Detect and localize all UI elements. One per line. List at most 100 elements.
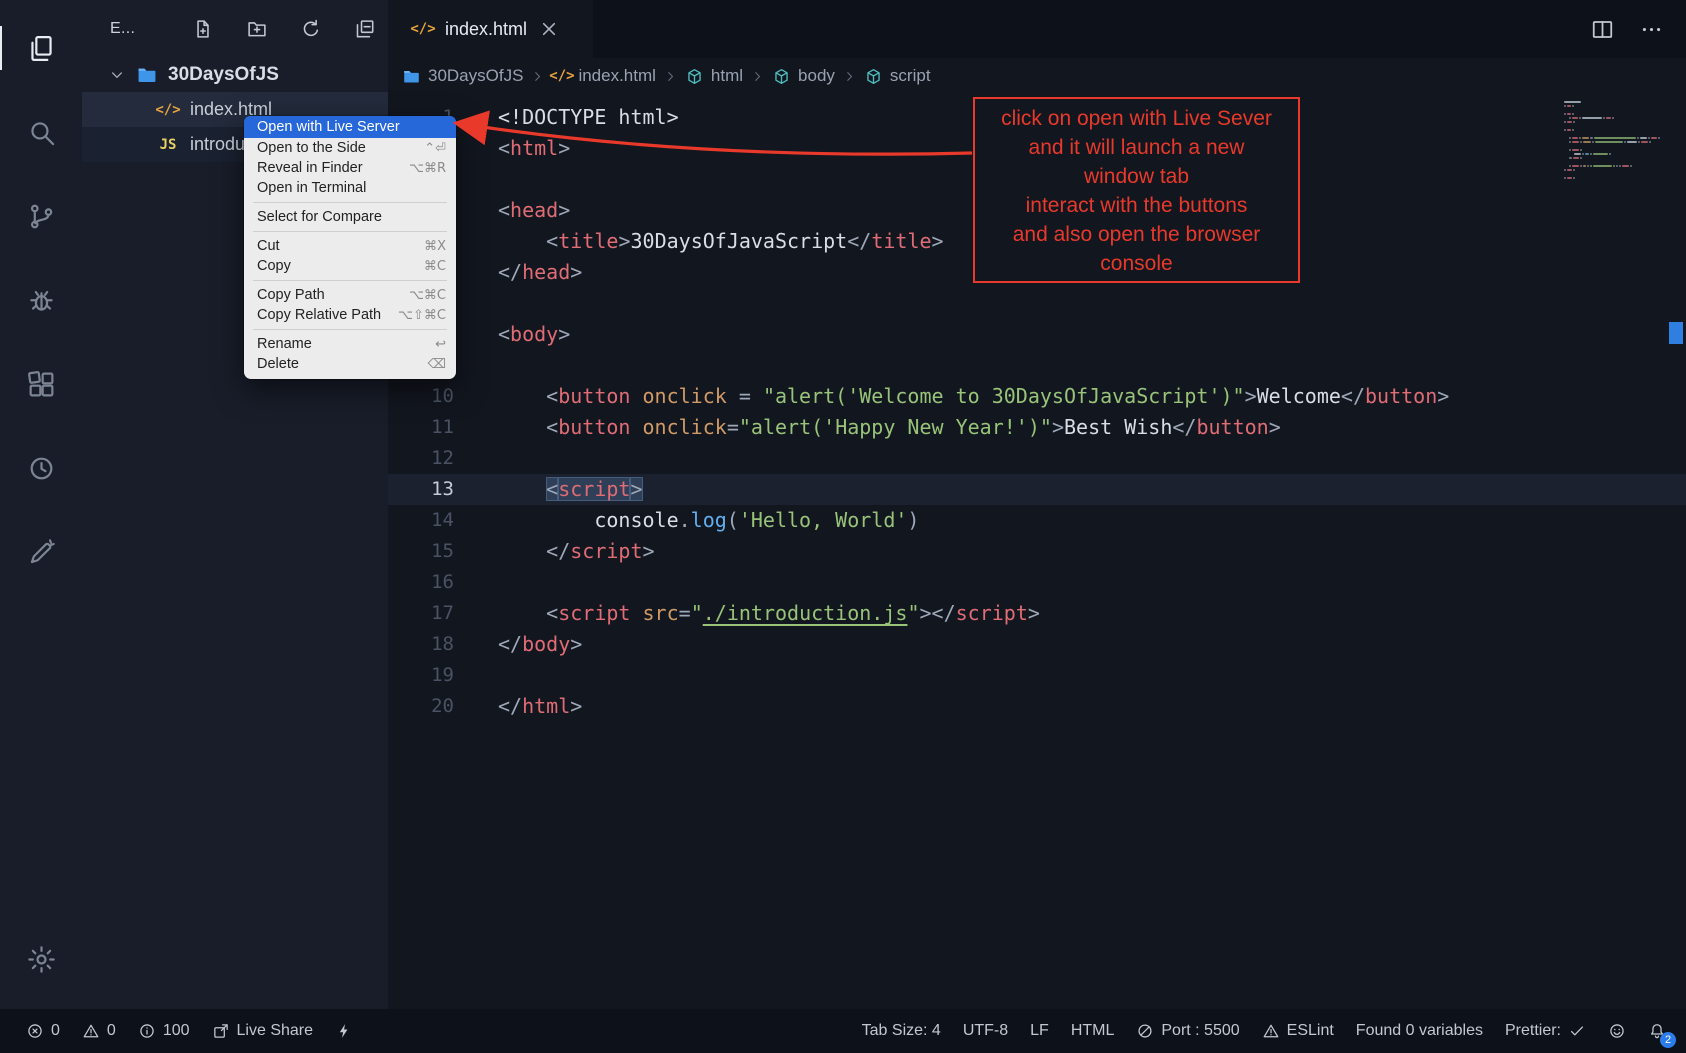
annotation-line: interact with the buttons (975, 191, 1298, 220)
activity-item-source-control[interactable] (0, 174, 82, 258)
menu-item-label: Open to the Side (257, 140, 366, 156)
status-variables-found[interactable]: Found 0 variables (1346, 1009, 1493, 1053)
activity-item-feedback[interactable] (0, 510, 82, 594)
menu-item-cut[interactable]: Cut⌘X (244, 236, 456, 256)
code-line-10[interactable]: 10 <button onclick = "alert('Welcome to … (388, 381, 1686, 412)
chevron-right-icon (842, 69, 857, 84)
extensions-icon (26, 369, 57, 400)
code-line-8[interactable]: 8<body> (388, 319, 1686, 350)
status-live-server-port[interactable]: Port : 5500 (1126, 1009, 1249, 1053)
bolt-icon (335, 1022, 353, 1040)
status-feedback-smiley[interactable] (1598, 1009, 1636, 1053)
breadcrumb-label: 30DaysOfJS (428, 66, 523, 86)
menu-item-label: Copy (257, 258, 291, 274)
breadcrumb-item-script[interactable]: script (864, 66, 931, 86)
menu-item-open-to-the-side[interactable]: Open to the Side⌃⏎ (244, 138, 456, 158)
menu-item-select-for-compare[interactable]: Select for Compare (244, 207, 456, 227)
breadcrumb-item-30DaysOfJS[interactable]: 30DaysOfJS (402, 66, 523, 86)
activity-item-history[interactable] (0, 426, 82, 510)
line-number: 11 (388, 412, 454, 443)
status-live-share[interactable]: Live Share (202, 1009, 324, 1053)
code-line-19[interactable]: 19 (388, 660, 1686, 691)
breadcrumb-item-index.html[interactable]: </>index.html (552, 66, 655, 86)
annotation-line: and also open the browser (975, 220, 1298, 249)
status-label: UTF-8 (963, 1022, 1008, 1040)
status-label: LF (1030, 1022, 1049, 1040)
status-eol[interactable]: LF (1020, 1009, 1059, 1053)
status-info-count[interactable]: 100 (128, 1009, 200, 1053)
breadcrumb-label: body (798, 66, 835, 86)
line-number: 10 (388, 381, 454, 412)
annotation-line: console (975, 249, 1298, 278)
menu-item-copy-relative-path[interactable]: Copy Relative Path⌥⇧⌘C (244, 305, 456, 325)
annotation-line: click on open with Live Sever (975, 104, 1298, 133)
activity-item-extensions[interactable] (0, 342, 82, 426)
minimap[interactable] (1564, 100, 1660, 180)
code-line-20[interactable]: 20</html> (388, 691, 1686, 722)
more-icon[interactable] (1639, 17, 1664, 42)
menu-item-delete[interactable]: Delete⌫ (244, 354, 456, 374)
status-encoding[interactable]: UTF-8 (953, 1009, 1018, 1053)
folder-icon (402, 67, 421, 86)
code-line-11[interactable]: 11 <button onclick="alert('Happy New Yea… (388, 412, 1686, 443)
check-icon (1568, 1022, 1586, 1040)
status-notifications-bell[interactable]: 2 (1638, 1009, 1676, 1053)
status-errors[interactable]: 0 (16, 1009, 70, 1053)
smiley-icon (1608, 1022, 1626, 1040)
annotation-line: window tab (975, 162, 1298, 191)
split-editor-icon[interactable] (1590, 17, 1615, 42)
menu-item-open-in-terminal[interactable]: Open in Terminal (244, 178, 456, 198)
breadcrumb-item-body[interactable]: body (772, 66, 835, 86)
new-folder-icon[interactable] (246, 18, 268, 40)
editor-actions (1590, 0, 1686, 58)
chevron-right-icon (750, 69, 765, 84)
code-line-12[interactable]: 12 (388, 443, 1686, 474)
line-number: 16 (388, 567, 454, 598)
status-eslint[interactable]: ESLint (1252, 1009, 1344, 1053)
activity-item-explorer[interactable] (0, 6, 82, 90)
menu-item-shortcut: ⌫ (428, 357, 446, 372)
menu-item-shortcut: ⌥⌘C (409, 288, 446, 303)
code-line-17[interactable]: 17 <script src="./introduction.js"></scr… (388, 598, 1686, 629)
new-file-icon[interactable] (192, 18, 214, 40)
search-icon (26, 117, 57, 148)
close-icon[interactable] (538, 18, 560, 40)
code-line-7[interactable]: 7 (388, 288, 1686, 319)
status-language-mode[interactable]: HTML (1061, 1009, 1125, 1053)
collapse-all-icon[interactable] (354, 18, 376, 40)
refresh-icon[interactable] (300, 18, 322, 40)
breadcrumb-item-html[interactable]: html (685, 66, 743, 86)
code-line-15[interactable]: 15 </script> (388, 536, 1686, 567)
code-line-9[interactable]: 9 (388, 350, 1686, 381)
menu-item-rename[interactable]: Rename↩ (244, 334, 456, 354)
activity-item-debug[interactable] (0, 258, 82, 342)
code-line-13[interactable]: 13 <script> (388, 474, 1686, 505)
menu-item-copy[interactable]: Copy⌘C (244, 256, 456, 276)
menu-item-label: Cut (257, 238, 280, 254)
status-warnings[interactable]: 0 (72, 1009, 126, 1053)
code-line-16[interactable]: 16 (388, 567, 1686, 598)
code-line-14[interactable]: 14 console.log('Hello, World') (388, 505, 1686, 536)
tree-root-folder[interactable]: 30DaysOfJS (82, 58, 388, 92)
code-line-18[interactable]: 18</body> (388, 629, 1686, 660)
tab-index-html[interactable]: </> index.html (388, 0, 593, 58)
menu-item-shortcut: ⌥⌘R (409, 161, 446, 176)
menu-item-copy-path[interactable]: Copy Path⌥⌘C (244, 285, 456, 305)
tab-title: index.html (445, 19, 527, 40)
tab-bar: </> index.html (388, 0, 1686, 58)
activity-item-settings-gear[interactable] (0, 917, 82, 1001)
debug-icon (26, 285, 57, 316)
menu-item-reveal-in-finder[interactable]: Reveal in Finder ⌥⌘R (244, 158, 456, 178)
status-prettier[interactable]: Prettier: (1495, 1009, 1596, 1053)
activity-item-search[interactable] (0, 90, 82, 174)
menu-item-label: Reveal in Finder (257, 160, 363, 176)
warning-triangle-icon (1262, 1022, 1280, 1040)
status-quick-action[interactable] (325, 1009, 363, 1053)
breadcrumb-label: script (890, 66, 931, 86)
line-number: 12 (388, 443, 454, 474)
menu-item-open-with-live-server[interactable]: Open with Live Server (244, 116, 456, 138)
chevron-right-icon (530, 69, 545, 84)
error-circle-icon (26, 1022, 44, 1040)
status-tab-size[interactable]: Tab Size: 4 (852, 1009, 951, 1053)
feedback-icon (26, 537, 57, 568)
